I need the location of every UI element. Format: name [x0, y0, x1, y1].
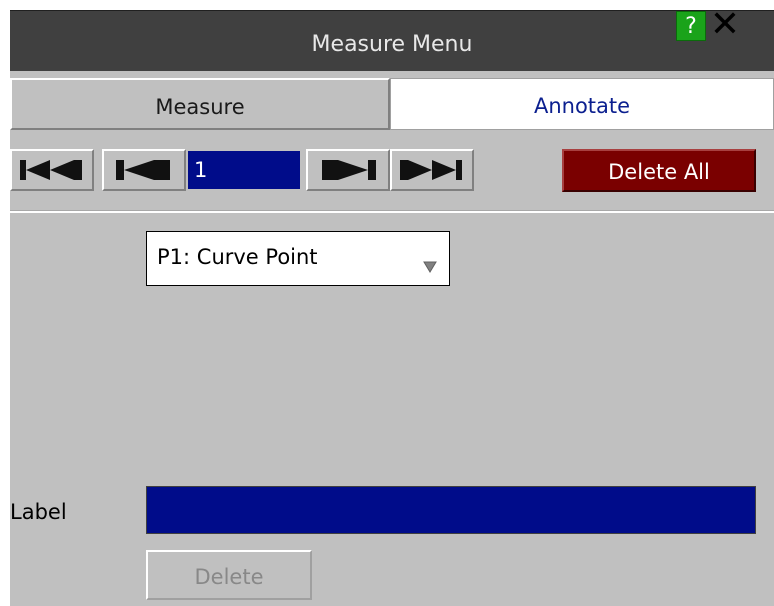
window-title: Measure Menu	[311, 32, 473, 57]
first-record-button[interactable]	[10, 149, 94, 191]
last-record-button[interactable]	[390, 149, 474, 191]
close-button[interactable]: ✕	[708, 7, 742, 43]
last-icon	[400, 160, 462, 180]
tab-measure[interactable]: Measure	[10, 78, 390, 130]
previous-record-button[interactable]	[102, 149, 186, 191]
next-record-button[interactable]	[306, 149, 390, 191]
delete-all-button[interactable]: Delete All	[562, 149, 756, 192]
next-icon	[322, 160, 376, 180]
point-type-dropdown[interactable]: P1: Curve Point	[146, 231, 450, 286]
delete-button[interactable]: Delete	[146, 550, 312, 600]
title-bar[interactable]: Measure Menu ? ✕	[10, 7, 774, 71]
point-type-selected: P1: Curve Point	[157, 245, 318, 269]
measure-menu-window: Measure Menu ? ✕ Measure Annotate 1 Dele…	[10, 7, 774, 606]
first-icon	[20, 160, 82, 180]
help-button[interactable]: ?	[676, 11, 706, 41]
previous-icon	[116, 160, 170, 180]
divider	[10, 210, 774, 213]
record-number-field[interactable]: 1	[188, 151, 300, 189]
dropdown-arrow-icon	[423, 261, 437, 273]
tab-annotate[interactable]: Annotate	[390, 78, 774, 130]
label-caption: Label	[10, 500, 67, 524]
label-input[interactable]	[146, 486, 756, 534]
